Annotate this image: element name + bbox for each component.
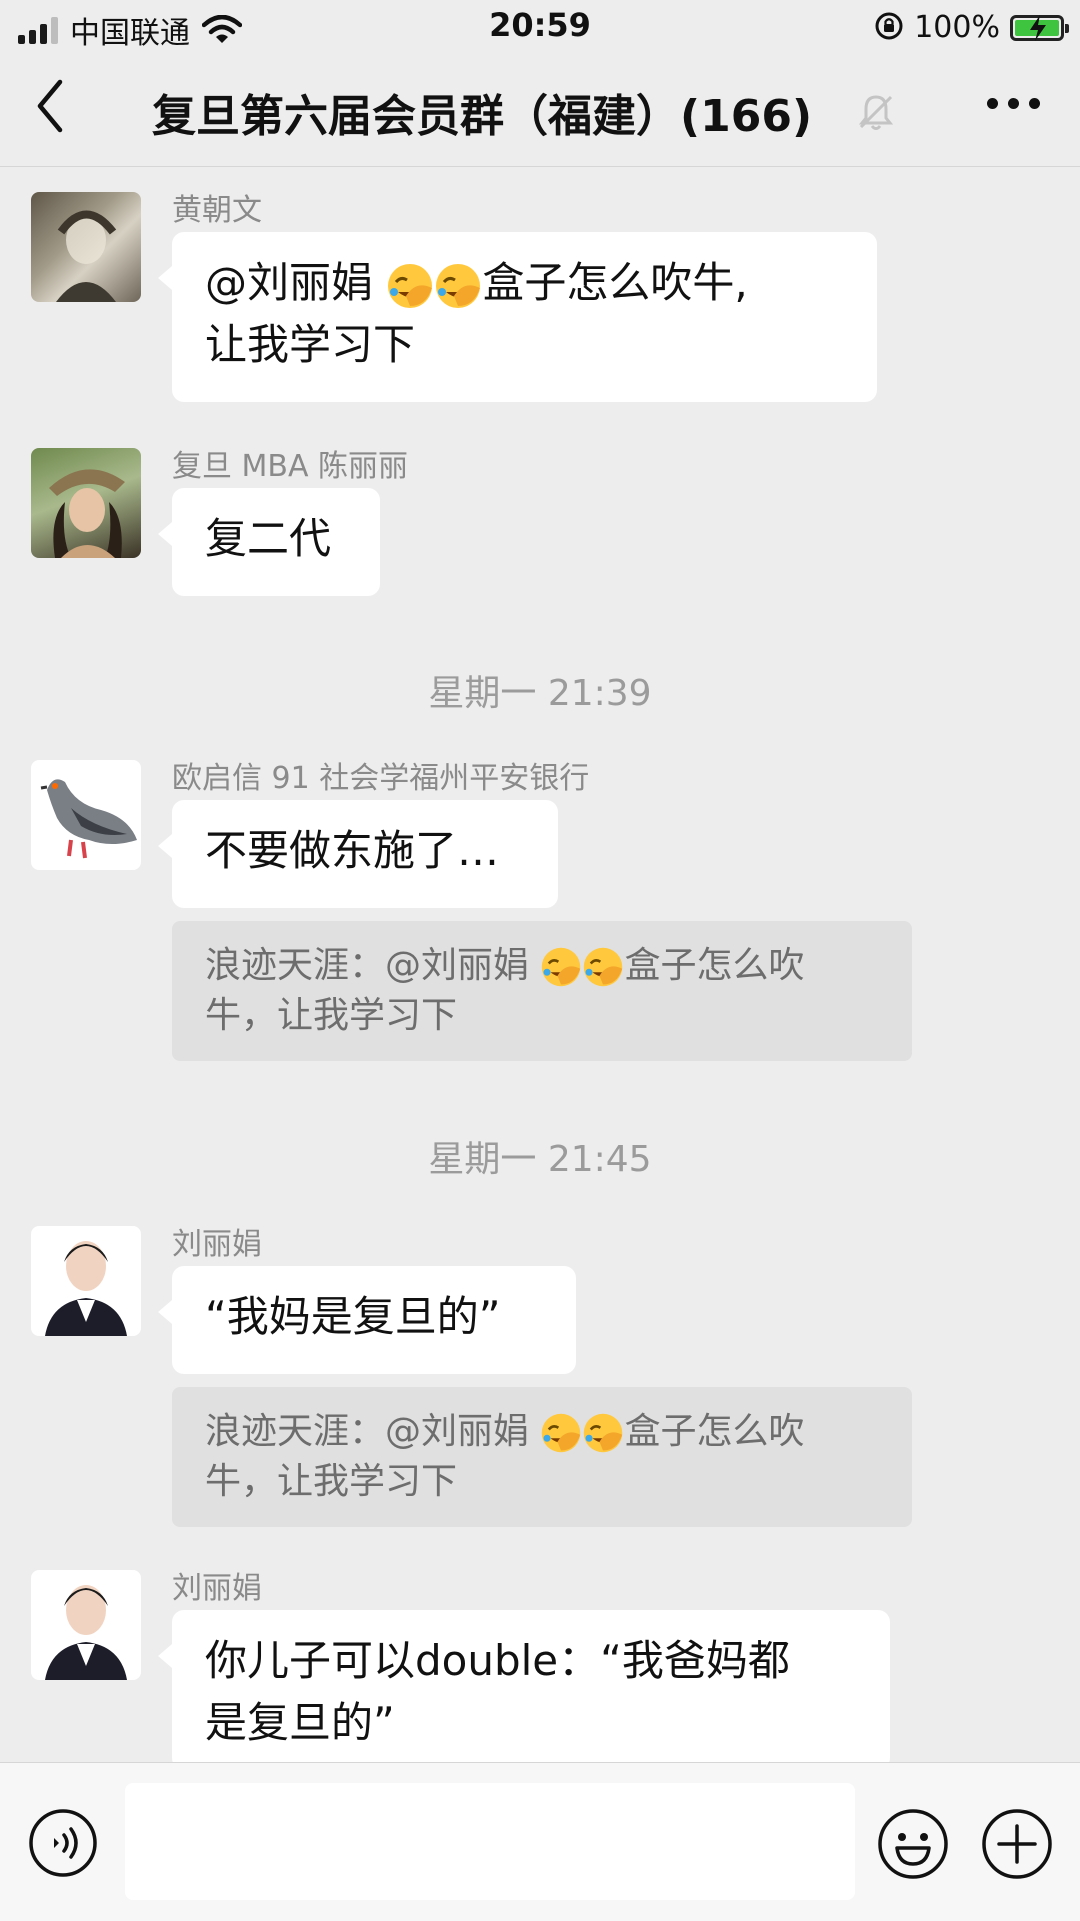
more-icon (987, 98, 998, 109)
message-text: “我妈是复旦的” (205, 1292, 501, 1341)
group-title: 复旦第六届会员群（福建）(166) (152, 91, 813, 142)
sender-name: 黄朝文 (172, 193, 262, 228)
quote-text: 牛，让我学习下 (205, 1461, 458, 1502)
plus-icon (982, 1809, 1052, 1879)
message-text: 是复旦的” (205, 1698, 395, 1747)
avatar[interactable] (31, 1226, 141, 1336)
quote-text: 浪迹天涯：@刘丽娟 (205, 945, 541, 986)
more-functions-button[interactable] (981, 1808, 1053, 1884)
chat-header: 复旦第六届会员群（福建）(166) (0, 56, 1080, 167)
message-text: 复二代 (205, 514, 332, 563)
facepalm-laugh-emoji-icon (388, 263, 433, 308)
facepalm-laugh-emoji-icon (542, 1413, 581, 1453)
quote-text: 牛，让我学习下 (205, 995, 458, 1036)
message-bubble[interactable]: 你儿子可以double：“我爸妈都 是复旦的” (158, 1610, 890, 1770)
status-bar: 中国联通 20:59 100% (0, 0, 1080, 56)
message-text: @刘丽娟 (205, 258, 387, 307)
pigeon-image (40, 779, 137, 859)
quoted-message[interactable]: 浪迹天涯：@刘丽娟 盒子怎么吹 牛，让我学习下 (172, 1387, 912, 1527)
sender-name: 复旦 MBA 陈丽丽 (172, 449, 409, 484)
message-bubble[interactable]: 复二代 (158, 488, 380, 596)
avatar[interactable] (31, 760, 141, 870)
mute-bell-icon (856, 92, 896, 136)
emoji-button[interactable] (877, 1808, 949, 1884)
back-button[interactable] (30, 76, 90, 146)
message-text: 不要做东施了… (205, 826, 500, 875)
message-text: 你儿子可以double：“我爸妈都 (205, 1636, 790, 1685)
message-bubble[interactable]: “我妈是复旦的” (158, 1266, 576, 1374)
facepalm-laugh-emoji-icon (542, 947, 581, 987)
message-input[interactable] (125, 1783, 855, 1900)
quote-text: 盒子怎么吹 (624, 945, 805, 986)
quote-text: 盒子怎么吹 (624, 1411, 805, 1452)
back-icon (37, 79, 63, 133)
message-text: 让我学习下 (205, 320, 416, 369)
voice-icon (29, 1809, 97, 1877)
timestamp: 星期一 21:39 (428, 673, 652, 714)
sender-name: 欧启信 91 社会学福州平安银行 (172, 761, 590, 796)
facepalm-laugh-emoji-icon (436, 263, 481, 308)
avatar[interactable] (31, 1570, 141, 1680)
sender-name: 刘丽娟 (172, 1571, 262, 1606)
more-options-button[interactable] (987, 98, 1040, 109)
timestamp: 星期一 21:45 (428, 1139, 652, 1180)
message-text: 盒子怎么吹牛, (482, 258, 748, 307)
chat-input-bar (0, 1762, 1080, 1921)
orientation-lock-icon (874, 11, 904, 45)
quote-text: 浪迹天涯：@刘丽娟 (205, 1411, 541, 1452)
avatar[interactable] (31, 192, 141, 302)
emoji-icon (878, 1809, 948, 1879)
facepalm-laugh-emoji-icon (584, 947, 623, 987)
message-bubble[interactable]: @刘丽娟 盒子怎么吹牛, 让我学习下 (158, 232, 877, 402)
message-bubble[interactable]: 不要做东施了… (158, 800, 558, 908)
facepalm-laugh-emoji-icon (584, 1413, 623, 1453)
quoted-message[interactable]: 浪迹天涯：@刘丽娟 盒子怎么吹 牛，让我学习下 (172, 921, 912, 1061)
battery-charging-icon (1010, 14, 1069, 41)
voice-button[interactable] (28, 1808, 98, 1882)
battery-percent: 100% (914, 10, 1000, 45)
avatar[interactable] (31, 448, 141, 558)
sender-name: 刘丽娟 (172, 1227, 262, 1262)
